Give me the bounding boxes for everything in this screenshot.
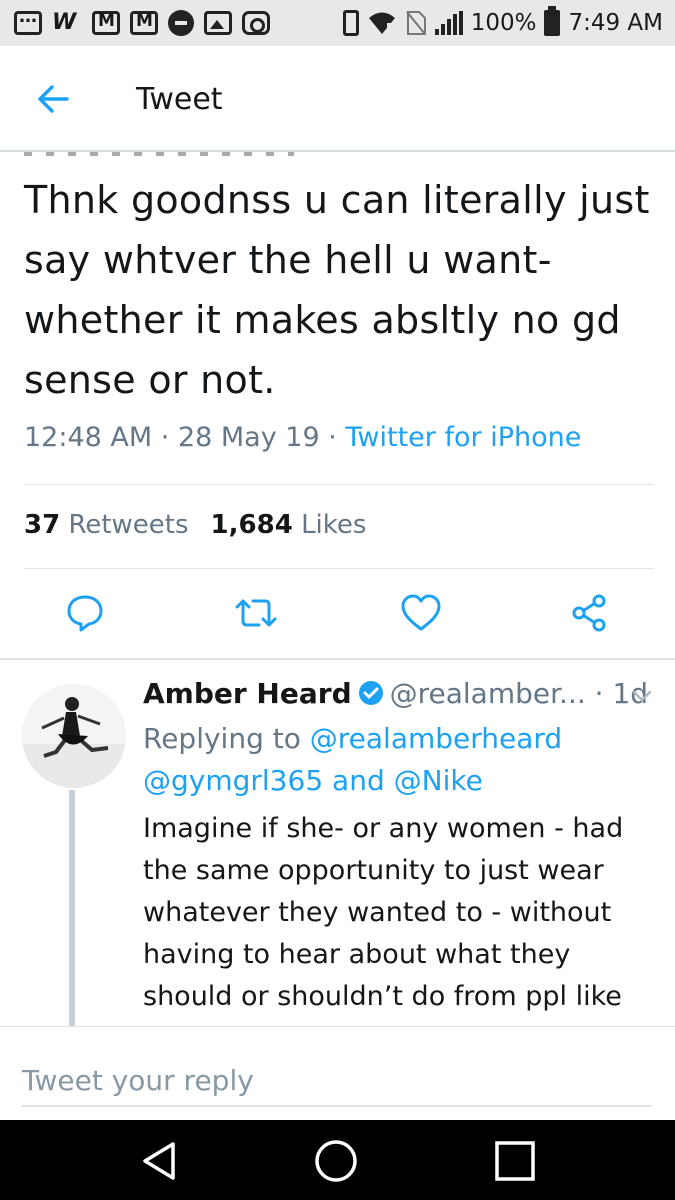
retweets-label: Retweets [68,510,189,540]
replying-label: Replying to [143,722,301,755]
reply-icon [67,595,103,632]
likes-label: Likes [301,510,367,540]
divider [24,568,654,569]
likes-stat[interactable]: 1,684 Likes [211,510,367,540]
mention-link[interactable]: @Nike [394,764,483,797]
mention-link[interactable]: @realamberheard [310,722,562,755]
divider [24,484,654,485]
mention-link[interactable]: @gymgrl365 [143,764,323,797]
nav-recents-button[interactable] [490,1136,540,1186]
chevron-down-icon [632,690,652,702]
retweet-icon [235,599,277,627]
reply-author-handle[interactable]: @realamber... [390,677,586,710]
likes-count: 1,684 [210,510,293,540]
meta-separator: · [160,422,178,453]
and-label: and [332,764,385,797]
nav-home-button[interactable] [311,1136,361,1186]
reply-button[interactable] [60,588,110,638]
share-icon [572,594,606,632]
retweets-stat[interactable]: 37 Retweets [24,510,189,540]
meta-separator: · [328,422,346,453]
tweet-source-link[interactable]: Twitter for iPhone [345,422,581,453]
tweet-scroll-area[interactable]: Thnk goodnss u can literally just say wh… [0,0,675,1026]
tweet-date: 28 May 19 [177,422,320,453]
tweet-meta: 12:48 AM · 28 May 19 · Twitter for iPhon… [24,422,581,453]
reply-header: Amber Heard @realamber... · 1d [143,677,663,713]
compose-bar [0,1027,675,1119]
back-icon [143,1142,175,1180]
avatar-photo [22,684,126,788]
verified-badge-icon [358,680,384,713]
retweets-count: 37 [24,510,61,540]
reply-input[interactable] [22,1055,652,1107]
thread-line [69,790,75,1026]
tweet-stats: 37 Retweets 1,684 Likes [24,510,366,540]
reply-author-name[interactable]: Amber Heard [143,677,352,710]
like-icon [401,594,441,631]
tweet-actions [0,588,675,642]
navigation-bar [0,1120,675,1200]
section-divider [0,658,675,660]
avatar[interactable] [22,684,126,788]
reply-text: Imagine if she- or any women - had the s… [143,813,624,1026]
home-icon [315,1140,357,1182]
more-options-button[interactable] [630,686,654,710]
clipped-text-remnant [24,152,294,156]
replying-to: Replying to @realamberheard @gymgrl365 a… [143,718,663,802]
like-button[interactable] [396,588,446,638]
recents-icon [495,1141,535,1181]
nav-back-button[interactable] [134,1136,184,1186]
tweet-text: Thnk goodnss u can literally just say wh… [24,178,650,402]
meta-separator: · [585,677,613,710]
share-button[interactable] [564,588,614,638]
retweet-button[interactable] [231,588,281,638]
tweet-time: 12:48 AM [24,422,153,453]
